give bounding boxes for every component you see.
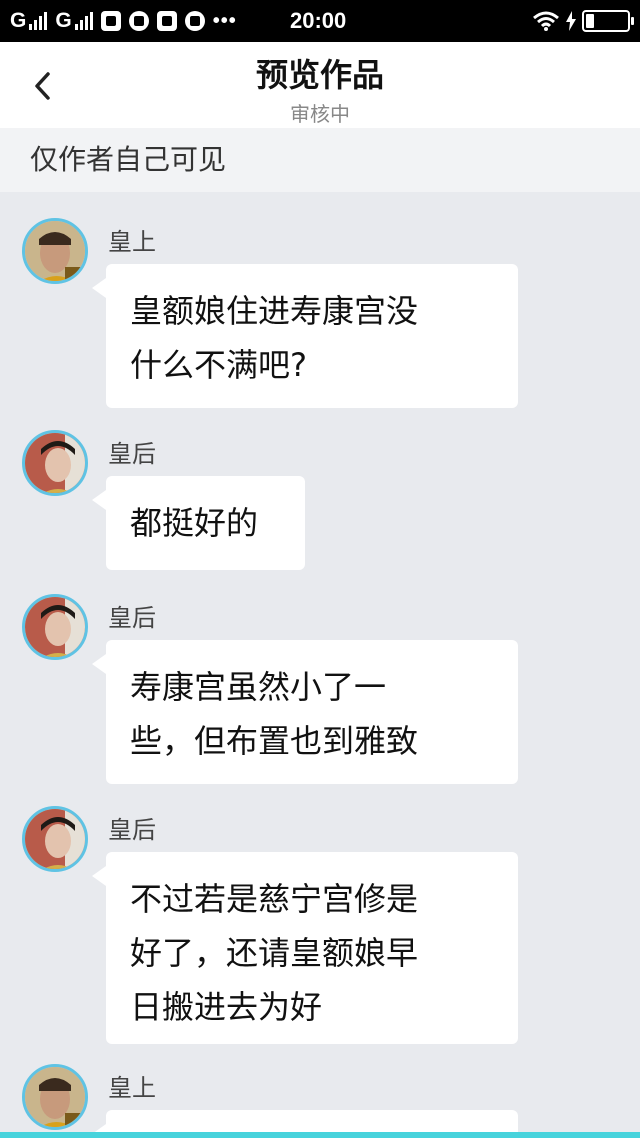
emperor-avatar[interactable]: [22, 218, 88, 284]
status-right: [532, 0, 634, 42]
empress-avatar[interactable]: [22, 430, 88, 496]
message-bubble[interactable]: 皇额娘住进寿康宫没 什么不满吧?: [92, 264, 518, 408]
sender-name: 皇上: [108, 1074, 156, 1102]
status-bar: G G ••• 20:00: [0, 0, 640, 42]
message-bubble[interactable]: [92, 1110, 518, 1132]
sender-name: 皇后: [108, 816, 156, 844]
signal-1: G: [10, 9, 48, 33]
battery-icon: [582, 10, 634, 32]
sender-name: 皇后: [108, 604, 156, 632]
sender-name: 皇后: [108, 440, 156, 468]
qq-icon: [184, 11, 205, 31]
message-bubble[interactable]: 都挺好的: [92, 476, 305, 570]
charging-icon: [566, 11, 576, 31]
visibility-notice: 仅作者自己可见: [0, 128, 640, 192]
empress-avatar[interactable]: [22, 806, 88, 872]
chat-list[interactable]: 皇上 皇额娘住进寿康宫没 什么不满吧? 皇后 都挺好的 皇后 寿康宫虽然小了一 …: [0, 192, 640, 1132]
review-status: 审核中: [290, 102, 350, 126]
signal-bars-icon: [74, 12, 93, 30]
navigation-bar: 预览作品 审核中: [0, 42, 640, 128]
emperor-avatar[interactable]: [22, 1064, 88, 1130]
carrier-label-2: G: [55, 9, 72, 32]
message-bubble[interactable]: 寿康宫虽然小了一 些，但布置也到雅致: [92, 640, 518, 784]
page-title: 预览作品: [255, 56, 384, 94]
more-notifications-icon: •••: [212, 9, 237, 32]
signal-2: G: [55, 9, 93, 33]
notification-icon: [100, 11, 121, 31]
wifi-icon: [533, 11, 559, 31]
sender-name: 皇上: [108, 228, 156, 256]
status-left: G G •••: [10, 0, 237, 42]
signal-bars-icon: [29, 12, 48, 30]
carrier-label-1: G: [10, 9, 27, 32]
bottom-accent-bar: [0, 1132, 640, 1138]
empress-avatar[interactable]: [22, 594, 88, 660]
message-bubble[interactable]: 不过若是慈宁宫修是 好了，还请皇额娘早 日搬进去为好: [92, 852, 518, 1044]
app-notification-icon: [156, 11, 177, 31]
app-notification-icon: [128, 11, 149, 31]
status-time: 20:00: [290, 8, 347, 33]
